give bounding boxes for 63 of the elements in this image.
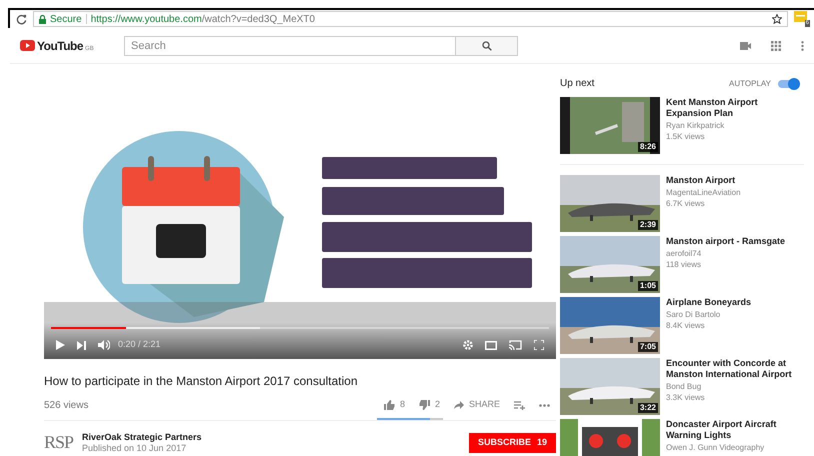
address-bar[interactable]: Secure https://www.youtube.com/watch?v=ded3Q_MeXT0 bbox=[33, 11, 788, 27]
publish-date: Published on 10 Jun 2017 bbox=[82, 442, 188, 454]
video-link[interactable]: Encounter with Concorde at Manston International Airport bbox=[666, 358, 804, 380]
up-next-heading: Up next bbox=[560, 77, 594, 91]
cast-icon[interactable] bbox=[509, 340, 522, 350]
video-link[interactable]: Kent Manston Airport Expansion Plan bbox=[666, 97, 804, 119]
like-button[interactable]: 8 bbox=[384, 398, 405, 412]
channel-name[interactable]: MagentaLineAviation bbox=[666, 187, 741, 198]
thumbs-down-icon bbox=[418, 400, 430, 410]
video-link[interactable]: Airplane Boneyards bbox=[666, 297, 752, 308]
add-to-playlist-icon[interactable] bbox=[514, 400, 525, 410]
lock-icon bbox=[39, 14, 46, 24]
channel-name[interactable]: Ryan Kirkpatrick bbox=[666, 120, 804, 131]
view-count: 6.7K views bbox=[666, 198, 706, 209]
view-count: 3.3K views bbox=[666, 392, 706, 403]
share-arrow-icon bbox=[454, 401, 464, 410]
view-count: 8.4K views bbox=[666, 320, 706, 331]
apps-grid-icon[interactable] bbox=[771, 40, 781, 50]
settings-icon[interactable] bbox=[463, 340, 473, 350]
duration-badge: 7:05 bbox=[638, 342, 658, 352]
play-icon[interactable] bbox=[56, 340, 65, 350]
autoplay-label: AUTOPLAY bbox=[729, 78, 771, 90]
channel-name[interactable]: RiverOak Strategic Partners bbox=[82, 432, 202, 443]
progress-bar[interactable] bbox=[51, 327, 549, 330]
search-button[interactable] bbox=[456, 36, 518, 56]
view-count: 1.5K views bbox=[666, 131, 706, 142]
channel-logo[interactable]: RSP bbox=[44, 429, 76, 456]
channel-name[interactable]: Saro Di Bartolo bbox=[666, 309, 752, 320]
search-icon bbox=[482, 40, 492, 50]
duration-badge: 3:22 bbox=[638, 403, 658, 413]
duration-badge: 1:05 bbox=[638, 281, 658, 291]
share-button[interactable]: SHARE bbox=[454, 398, 500, 412]
video-link[interactable]: Manston airport - Ramsgate bbox=[666, 236, 786, 247]
dislike-button[interactable]: 2 bbox=[418, 398, 440, 412]
video-camera-icon[interactable] bbox=[740, 42, 751, 50]
thumbs-up-icon bbox=[384, 400, 395, 410]
play-logo-icon[interactable] bbox=[20, 40, 35, 51]
channel-name[interactable]: Owen J. Gunn Videography bbox=[666, 442, 804, 453]
video-title: How to participate in the Manston Airport 2017 consultation bbox=[44, 373, 359, 390]
view-count: 118 views bbox=[666, 259, 702, 270]
like-ratio-bar bbox=[377, 418, 443, 420]
next-icon[interactable] bbox=[77, 340, 86, 350]
video-link[interactable]: Doncaster Airport Aircraft Warning Lights bbox=[666, 419, 804, 441]
view-count: 526 views bbox=[44, 398, 88, 413]
star-icon[interactable] bbox=[772, 14, 782, 24]
volume-icon[interactable] bbox=[98, 340, 110, 350]
subscribe-button[interactable]: SUBSCRIBE 19 bbox=[468, 432, 556, 453]
search-field[interactable]: Search bbox=[124, 36, 456, 56]
reload-icon[interactable] bbox=[16, 14, 27, 24]
channel-name[interactable]: aerofoil74 bbox=[666, 248, 786, 259]
fullscreen-icon[interactable] bbox=[534, 340, 544, 350]
logo-text[interactable]: YouTube bbox=[37, 36, 84, 54]
more-menu-icon[interactable] bbox=[801, 40, 804, 50]
time-display: 0:20 / 2:21 bbox=[118, 338, 161, 352]
video-link[interactable]: Manston Airport bbox=[666, 175, 741, 186]
more-actions-icon[interactable] bbox=[539, 404, 550, 407]
duration-badge: 2:39 bbox=[638, 220, 658, 230]
autoplay-toggle[interactable] bbox=[778, 78, 800, 90]
theater-mode-icon[interactable] bbox=[485, 340, 497, 350]
channel-name[interactable]: Bond Bug bbox=[666, 381, 804, 392]
url-text: https://www.youtube.com/watch?v=ded3Q_MeXT0 bbox=[90, 12, 316, 26]
duration-badge: 8:26 bbox=[638, 142, 658, 152]
secure-label: Secure bbox=[50, 12, 82, 26]
